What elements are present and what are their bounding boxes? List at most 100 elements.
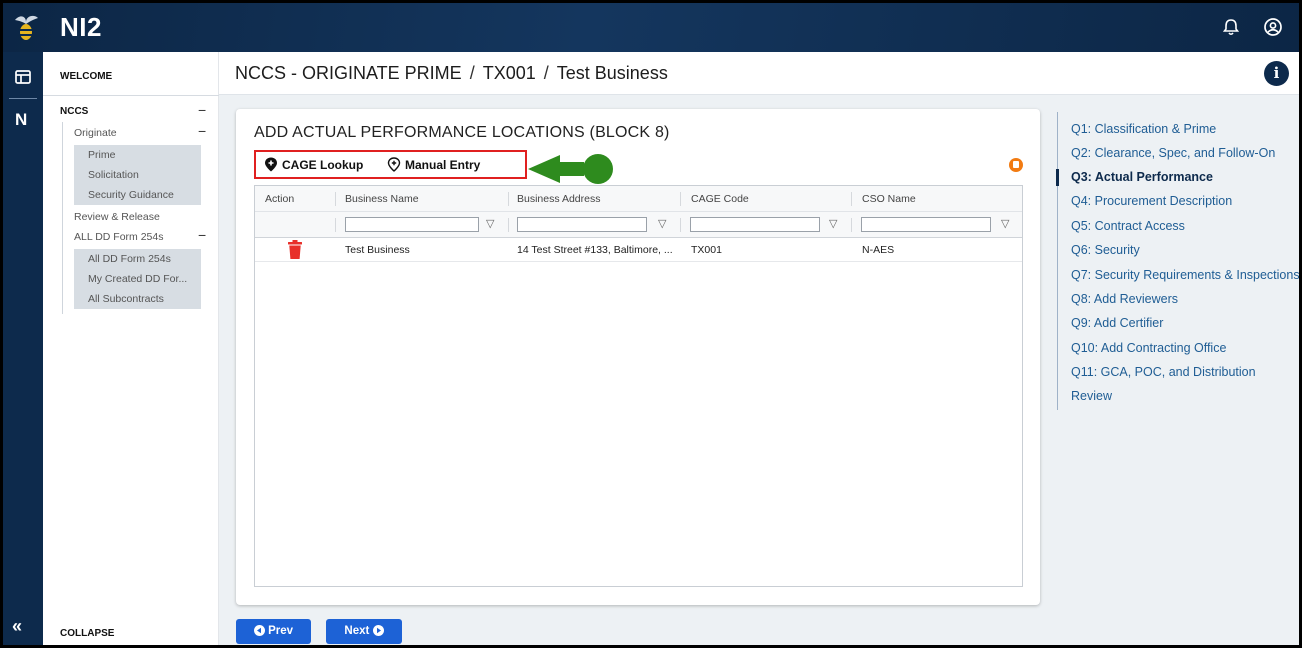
collapse-dd-forms-icon[interactable]: − (198, 227, 206, 243)
filter-icon[interactable]: ▽ (658, 217, 666, 230)
col-header-cso-name[interactable]: CSO Name (862, 193, 916, 205)
card-title: ADD ACTUAL PERFORMANCE LOCATIONS (BLOCK … (254, 124, 670, 141)
cage-lookup-label: CAGE Lookup (282, 158, 364, 172)
column-separator (335, 218, 336, 232)
manual-entry-label: Manual Entry (405, 158, 481, 172)
rail-divider (9, 98, 37, 99)
nav-all-subcontracts[interactable]: All Subcontracts (74, 289, 201, 309)
filter-icon[interactable]: ▽ (1001, 217, 1009, 230)
top-bar: NI2 (3, 3, 1299, 52)
logo-icon (15, 15, 38, 40)
active-step-marker (1056, 169, 1059, 186)
app-brand: NI2 (60, 12, 102, 42)
cell-business-address: 14 Test Street #133, Baltimore, ... (517, 244, 673, 256)
filter-icon[interactable]: ▽ (829, 217, 837, 230)
step-q1[interactable]: Q1: Classification & Prime (1071, 122, 1216, 136)
info-icon[interactable]: i (1264, 61, 1289, 86)
next-label: Next (344, 625, 370, 637)
column-separator (680, 218, 681, 232)
nav-nccs[interactable]: NCCS (60, 106, 88, 117)
filter-cage-code-input[interactable] (690, 217, 820, 232)
column-separator (335, 192, 336, 206)
column-separator (508, 192, 509, 206)
step-q11[interactable]: Q11: GCA, POC, and Distribution (1071, 365, 1256, 379)
prev-label: Prev (268, 625, 294, 637)
column-separator (680, 192, 681, 206)
nav-divider (43, 95, 219, 96)
map-pin-icon (265, 157, 277, 172)
nav-security-guidance[interactable]: Security Guidance (74, 185, 201, 205)
next-button[interactable]: Next (326, 619, 402, 644)
user-account-icon[interactable] (1263, 17, 1283, 37)
breadcrumb-tx001[interactable]: TX001 (483, 63, 536, 83)
column-separator (508, 218, 509, 232)
breadcrumb-separator: / (543, 63, 549, 83)
nav-all-dd-forms[interactable]: ALL DD Form 254s (74, 231, 163, 243)
nav-originate[interactable]: Originate (74, 127, 117, 139)
side-nav: WELCOME NCCS − Originate − Prime Solicit… (43, 52, 219, 645)
nav-collapse[interactable]: COLLAPSE (60, 628, 114, 639)
col-header-action[interactable]: Action (265, 193, 294, 205)
col-header-business-name[interactable]: Business Name (345, 193, 419, 205)
nav-welcome[interactable]: WELCOME (60, 71, 112, 82)
nav-tree-line (62, 122, 63, 314)
cage-lookup-button[interactable]: CAGE Lookup (264, 157, 363, 172)
table-header-row: Action Business Name Business Address CA… (255, 186, 1022, 212)
main-content: NCCS - ORIGINATE PRIME / TX001 / Test Busine… (219, 52, 1299, 645)
column-separator (851, 192, 852, 206)
nav-solicitation[interactable]: Solicitation (74, 165, 201, 185)
prev-button[interactable]: Prev (236, 619, 311, 644)
left-rail: N « (3, 52, 43, 645)
cell-cso-name: N-AES (862, 244, 895, 256)
nav-review-release[interactable]: Review & Release (74, 211, 160, 223)
breadcrumb-nccs-originate-prime[interactable]: NCCS - ORIGINATE PRIME (235, 63, 462, 83)
filter-business-name-input[interactable] (345, 217, 479, 232)
step-q4[interactable]: Q4: Procurement Description (1071, 194, 1232, 208)
nav-my-created-dd-forms[interactable]: My Created DD For... (74, 269, 201, 289)
locations-table: Action Business Name Business Address CA… (254, 185, 1023, 587)
table-filter-row: ▽ ▽ ▽ ▽ (255, 212, 1022, 238)
cell-business-name: Test Business (345, 244, 410, 256)
step-q6[interactable]: Q6: Security (1071, 243, 1140, 257)
collapse-originate-icon[interactable]: − (198, 123, 206, 139)
filter-icon[interactable]: ▽ (486, 217, 494, 230)
question-steps: Q1: Classification & Prime Q2: Clearance… (1056, 112, 1299, 410)
cell-cage-code: TX001 (691, 244, 722, 256)
step-q7[interactable]: Q7: Security Requirements & Inspections (1071, 268, 1299, 282)
bookmark-badge-icon[interactable] (1009, 158, 1023, 172)
collapse-nccs-icon[interactable]: − (198, 102, 206, 118)
step-q10[interactable]: Q10: Add Contracting Office (1071, 341, 1226, 355)
toolbar-highlight-box: CAGE Lookup Manual Entry (254, 150, 527, 179)
nav-all-dd-form-254s[interactable]: All DD Form 254s (74, 249, 201, 269)
trash-icon[interactable] (288, 240, 302, 259)
annotation-arrow-icon (528, 154, 613, 184)
bell-icon[interactable] (1221, 17, 1241, 37)
page-header: NCCS - ORIGINATE PRIME / TX001 / Test Busine… (219, 52, 1299, 95)
dashboard-icon[interactable] (13, 67, 33, 87)
step-q2[interactable]: Q2: Clearance, Spec, and Follow-On (1071, 146, 1275, 160)
arrow-right-circle-icon (372, 625, 384, 636)
originate-subgroup: Prime Solicitation Security Guidance (74, 145, 201, 205)
step-review[interactable]: Review (1071, 389, 1112, 403)
step-q8[interactable]: Q8: Add Reviewers (1071, 292, 1178, 306)
app-window: NI2 N « WELCOME NCCS − Originate − Prime… (3, 3, 1299, 645)
step-q5[interactable]: Q5: Contract Access (1071, 219, 1185, 233)
col-header-business-address[interactable]: Business Address (517, 193, 600, 205)
table-row[interactable]: Test Business 14 Test Street #133, Balti… (255, 238, 1022, 262)
breadcrumb-test-business: Test Business (556, 63, 668, 83)
manual-entry-button[interactable]: Manual Entry (387, 157, 480, 172)
step-q3[interactable]: Q3: Actual Performance (1071, 170, 1213, 184)
map-pin-add-icon (387, 157, 401, 172)
nav-prime[interactable]: Prime (74, 145, 201, 165)
filter-cso-name-input[interactable] (861, 217, 991, 232)
column-separator (851, 218, 852, 232)
breadcrumb-separator: / (469, 63, 475, 83)
step-q9[interactable]: Q9: Add Certifier (1071, 316, 1163, 330)
performance-locations-card: ADD ACTUAL PERFORMANCE LOCATIONS (BLOCK … (236, 109, 1040, 605)
col-header-cage-code[interactable]: CAGE Code (691, 193, 749, 205)
filter-business-address-input[interactable] (517, 217, 647, 232)
nccs-rail-button[interactable]: N (15, 110, 27, 130)
arrow-left-circle-icon (253, 625, 265, 636)
dd-forms-subgroup: All DD Form 254s My Created DD For... Al… (74, 249, 201, 309)
collapse-rail-button[interactable]: « (12, 616, 22, 637)
